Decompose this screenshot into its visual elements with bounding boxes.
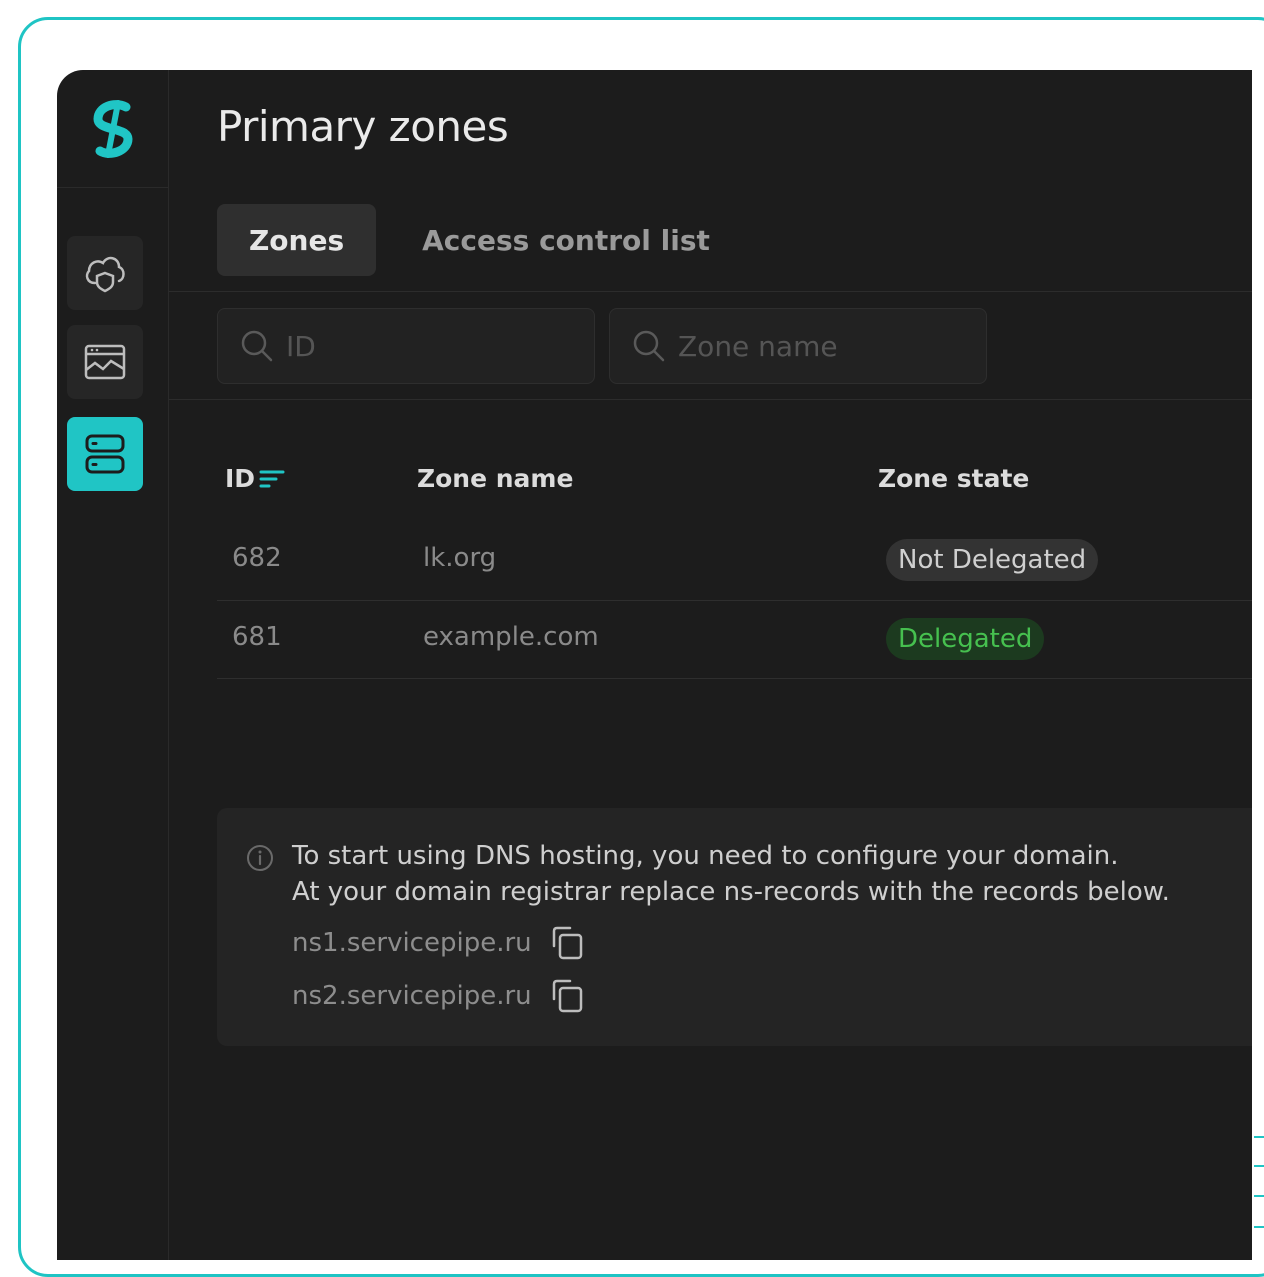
- row-1-id: 682: [232, 543, 282, 573]
- page-title: Primary zones: [217, 102, 509, 151]
- sidebar-item-monitoring[interactable]: [67, 325, 143, 399]
- main-content: Primary zones Zones Access control list …: [169, 70, 1252, 1260]
- row-2-id: 681: [232, 622, 282, 652]
- info-text-line-1: To start using DNS hosting, you need to …: [292, 841, 1119, 871]
- tab-zones[interactable]: Zones: [217, 204, 377, 276]
- tab-bar: Zones Access control list: [217, 204, 742, 276]
- zone-name-search-placeholder: Zone name: [678, 329, 838, 363]
- column-header-id-label: ID: [225, 464, 256, 493]
- row-divider: [217, 600, 1252, 601]
- frame-tick: [1254, 1195, 1264, 1197]
- sidebar-item-dns[interactable]: [67, 417, 143, 491]
- sidebar: [57, 70, 169, 1260]
- id-search-input[interactable]: ID: [217, 308, 595, 384]
- logo-icon: [93, 99, 133, 158]
- frame-tick: [1254, 1165, 1264, 1167]
- server-icon: [85, 434, 125, 474]
- nameserver-2: ns2.servicepipe.ru: [292, 977, 586, 1015]
- monitor-chart-icon: [84, 344, 126, 380]
- row-divider: [217, 678, 1252, 679]
- copy-icon[interactable]: [548, 977, 586, 1015]
- filters-divider: [169, 399, 1252, 400]
- app-window: Primary zones Zones Access control list …: [57, 70, 1252, 1260]
- tabs-divider: [169, 291, 1252, 292]
- frame-tick: [1254, 1226, 1264, 1228]
- logo[interactable]: [57, 70, 169, 188]
- info-text-line-2: At your domain registrar replace ns-reco…: [292, 877, 1170, 907]
- dns-info-box: To start using DNS hosting, you need to …: [217, 808, 1252, 1046]
- column-header-zone-state[interactable]: Zone state: [878, 464, 1029, 493]
- row-2-zone-name[interactable]: example.com: [423, 622, 599, 652]
- row-1-zone-name[interactable]: lk.org: [423, 543, 496, 573]
- sort-icon[interactable]: [259, 467, 285, 491]
- frame-tick: [1254, 1136, 1264, 1138]
- row-2-status-badge: Delegated: [886, 618, 1045, 660]
- id-search-placeholder: ID: [286, 329, 316, 363]
- info-icon: [247, 845, 273, 871]
- nameserver-1-text: ns1.servicepipe.ru: [292, 928, 532, 958]
- search-icon: [633, 330, 665, 362]
- zone-name-search-input[interactable]: Zone name: [609, 308, 987, 384]
- nameserver-1: ns1.servicepipe.ru: [292, 924, 586, 962]
- search-icon: [241, 330, 273, 362]
- column-header-id[interactable]: ID: [225, 464, 285, 493]
- nameserver-2-text: ns2.servicepipe.ru: [292, 981, 532, 1011]
- column-header-zone-name[interactable]: Zone name: [417, 464, 573, 493]
- cloud-shield-icon: [85, 256, 125, 293]
- tab-access-control-list[interactable]: Access control list: [390, 204, 742, 276]
- sidebar-item-protection[interactable]: [67, 236, 143, 310]
- row-1-status-badge: Not Delegated: [886, 539, 1099, 581]
- copy-icon[interactable]: [548, 924, 586, 962]
